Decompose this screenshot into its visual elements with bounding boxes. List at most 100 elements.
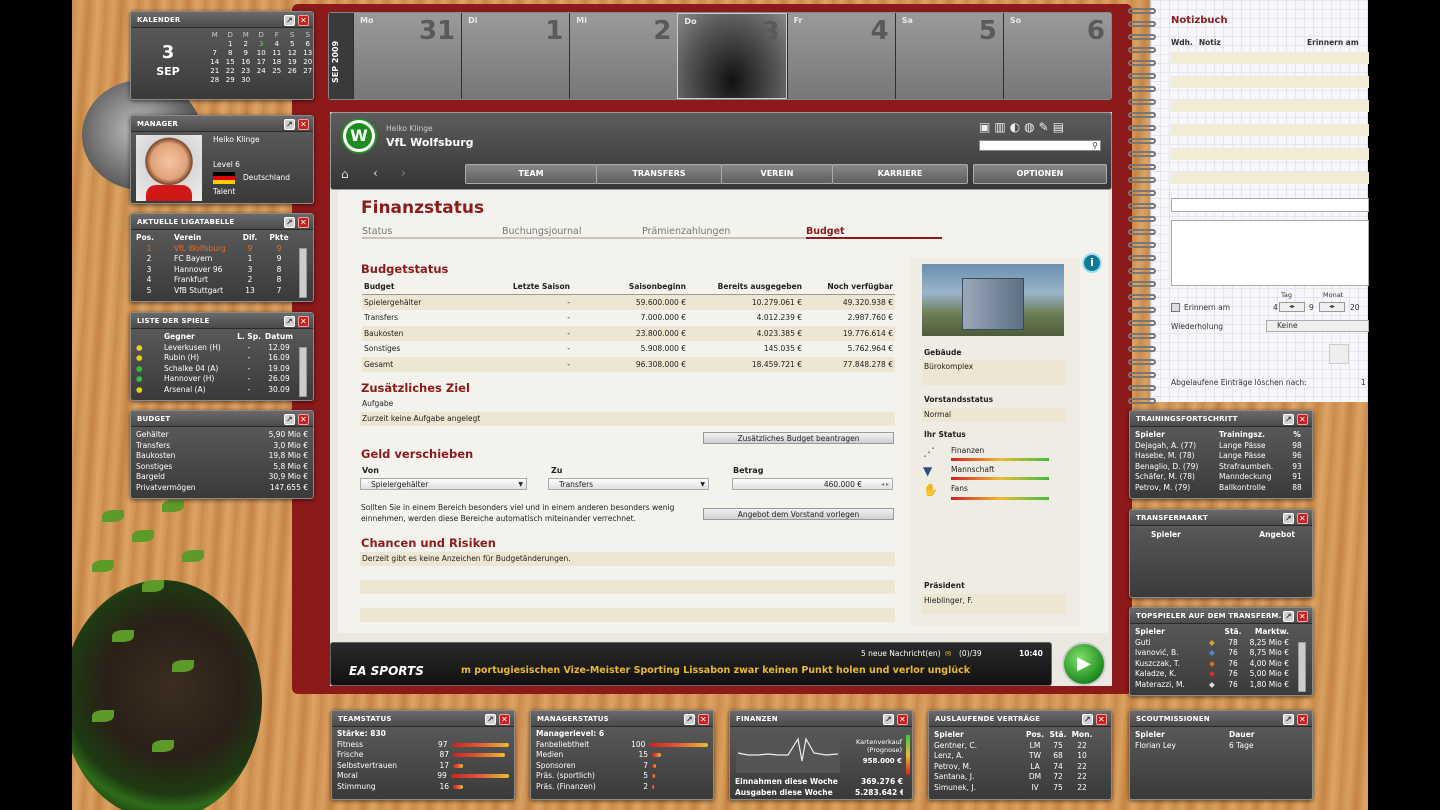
calendar-date[interactable]: 18: [269, 58, 285, 67]
betrag-input[interactable]: 460.000 € ◂ ▸: [732, 478, 893, 490]
expand-icon[interactable]: ↗: [284, 316, 295, 327]
von-select[interactable]: Spielergehälter ▼: [360, 478, 527, 490]
table-row[interactable]: ● Schalke 04 (A) -19.09: [131, 364, 313, 375]
notebook-title-input[interactable]: [1171, 198, 1369, 212]
calendar-date[interactable]: 29: [223, 76, 239, 85]
table-row[interactable]: Guti ◆ 78 8,25 Mio €: [1130, 638, 1312, 649]
expand-icon[interactable]: ↗: [883, 714, 894, 725]
close-icon[interactable]: ✕: [1297, 414, 1308, 425]
search-icon[interactable]: ⚲: [1092, 141, 1098, 150]
expand-icon[interactable]: ↗: [284, 119, 295, 130]
day-cell-di[interactable]: Di 1: [461, 13, 570, 99]
calendar-date[interactable]: [300, 76, 316, 85]
table-row[interactable]: Florian Ley 6 Tage: [1130, 741, 1312, 752]
calendar-date[interactable]: 10: [254, 49, 270, 58]
calendar-date[interactable]: 8: [223, 49, 239, 58]
table-row[interactable]: 2 FC Bayern 1 9: [131, 254, 313, 265]
nav-optionen[interactable]: OPTIONEN: [973, 164, 1107, 184]
request-budget-button[interactable]: Zusätzliches Budget beantragen: [703, 432, 894, 444]
table-row[interactable]: 4 Frankfurt 2 8: [131, 275, 313, 286]
month-stepper[interactable]: ◂▸: [1319, 302, 1345, 312]
calendar-date[interactable]: 2: [238, 40, 254, 49]
calendar-date[interactable]: 23: [238, 67, 254, 76]
close-icon[interactable]: ✕: [499, 714, 510, 725]
table-row[interactable]: Santana, J. DM 72 22: [929, 772, 1111, 783]
clipboard-icon[interactable]: ▤: [1053, 120, 1064, 134]
table-row[interactable]: Hasebe, M. (78) Lange Pässe 96: [1130, 451, 1312, 462]
table-row[interactable]: Lenz, A. TW 68 10: [929, 751, 1111, 762]
expand-icon[interactable]: ↗: [1283, 714, 1294, 725]
notebook-text-input[interactable]: [1171, 220, 1369, 286]
table-row[interactable]: Kaladze, K. ◆ 76 5,00 Mio €: [1130, 669, 1312, 680]
calendar-date[interactable]: 6: [300, 40, 316, 49]
globe-icon[interactable]: ◍: [1024, 120, 1034, 134]
new-messages[interactable]: 5 neue Nachricht(en): [861, 649, 941, 658]
continue-play-button[interactable]: ▶: [1062, 642, 1106, 686]
notebook-save-button[interactable]: [1329, 344, 1349, 364]
nav-karriere[interactable]: KARRIERE: [832, 164, 968, 184]
close-icon[interactable]: ✕: [298, 119, 309, 130]
expand-icon[interactable]: ↗: [284, 217, 295, 228]
table-row[interactable]: ● Hannover (H) -26.09: [131, 374, 313, 385]
calendar-date[interactable]: 11: [269, 49, 285, 58]
table-row[interactable]: Dejagah, A. (77) Lange Pässe 98: [1130, 441, 1312, 452]
submit-board-button[interactable]: Angebot dem Vorstand vorlegen: [703, 508, 894, 520]
day-cell-do-current[interactable]: Do 3: [677, 13, 787, 99]
close-icon[interactable]: ✕: [698, 714, 709, 725]
topspieler-scrollbar[interactable]: [1298, 642, 1306, 692]
expand-icon[interactable]: ↗: [284, 414, 295, 425]
calendar-date[interactable]: 12: [285, 49, 301, 58]
expand-icon[interactable]: ↗: [1082, 714, 1093, 725]
expand-icon[interactable]: ↗: [485, 714, 496, 725]
home-icon[interactable]: ⌂: [341, 167, 349, 181]
day-stepper[interactable]: ◂▸: [1279, 302, 1305, 312]
calendar-date[interactable]: 30: [238, 76, 254, 85]
refresh-icon[interactable]: ◐: [1010, 120, 1020, 134]
nav-team[interactable]: TEAM: [465, 164, 597, 184]
day-cell-mo[interactable]: Mo 31: [353, 13, 462, 99]
notebook-list[interactable]: [1171, 52, 1369, 188]
table-row[interactable]: Kuszczak, T. ◆ 76 4,00 Mio €: [1130, 659, 1312, 670]
close-icon[interactable]: ✕: [897, 714, 908, 725]
news-ticker[interactable]: 5 neue Nachricht(en) ✉ (0)/39 10:40 EA S…: [330, 642, 1052, 686]
nav-verein[interactable]: VEREIN: [721, 164, 833, 184]
tab-status[interactable]: Status: [362, 226, 392, 237]
table-row[interactable]: Gentner, C. LM 75 22: [929, 741, 1111, 752]
calendar-date[interactable]: 27: [300, 67, 316, 76]
tab-praemien[interactable]: Prämienzahlungen: [642, 226, 730, 237]
close-icon[interactable]: ✕: [1297, 513, 1308, 524]
close-icon[interactable]: ✕: [298, 316, 309, 327]
calendar-date[interactable]: 26: [285, 67, 301, 76]
close-icon[interactable]: ✕: [1297, 714, 1308, 725]
calendar-date[interactable]: 25: [269, 67, 285, 76]
stats-icon[interactable]: ▥: [994, 120, 1005, 134]
calendar-grid[interactable]: M D M D F S S 1 2 3 4 5 6 7 8 9 10 11 12 13 14 15 16 17 18 19 20 21…: [203, 31, 316, 85]
close-icon[interactable]: ✕: [298, 217, 309, 228]
day-cell-fr[interactable]: Fr 4: [786, 13, 895, 99]
calendar-date[interactable]: [269, 76, 285, 85]
day-cell-mi[interactable]: Mi 2: [569, 13, 678, 99]
expand-icon[interactable]: ↗: [1283, 611, 1294, 622]
table-row[interactable]: Petrov, M. LA 74 22: [929, 762, 1111, 773]
close-icon[interactable]: ✕: [298, 15, 309, 26]
forward-icon[interactable]: ›: [401, 166, 406, 180]
table-row[interactable]: Simunek, J. IV 75 22: [929, 783, 1111, 794]
close-icon[interactable]: ✕: [1096, 714, 1107, 725]
calendar-date[interactable]: [207, 40, 223, 49]
calendar-date[interactable]: 9: [238, 49, 254, 58]
table-row[interactable]: ● Rubin (H) -16.09: [131, 353, 313, 364]
mail-icon[interactable]: ✉: [945, 649, 951, 658]
tab-budget[interactable]: Budget: [806, 226, 845, 237]
repeat-select[interactable]: Keine: [1266, 320, 1369, 332]
calendar-date[interactable]: 21: [207, 67, 223, 76]
table-row[interactable]: Schäfer, M. (78) Manndeckung 91: [1130, 472, 1312, 483]
expand-icon[interactable]: ↗: [1283, 414, 1294, 425]
zu-select[interactable]: Transfers ▼: [548, 478, 709, 490]
nav-transfers[interactable]: TRANSFERS: [596, 164, 722, 184]
back-icon[interactable]: ‹: [373, 166, 378, 180]
day-cell-so[interactable]: So 6: [1002, 13, 1111, 99]
calendar-date[interactable]: 4: [269, 40, 285, 49]
calendar-date[interactable]: 15: [223, 58, 239, 67]
calendar-date[interactable]: 16: [238, 58, 254, 67]
table-row[interactable]: ● Leverkusen (H) -12.09: [131, 343, 313, 354]
